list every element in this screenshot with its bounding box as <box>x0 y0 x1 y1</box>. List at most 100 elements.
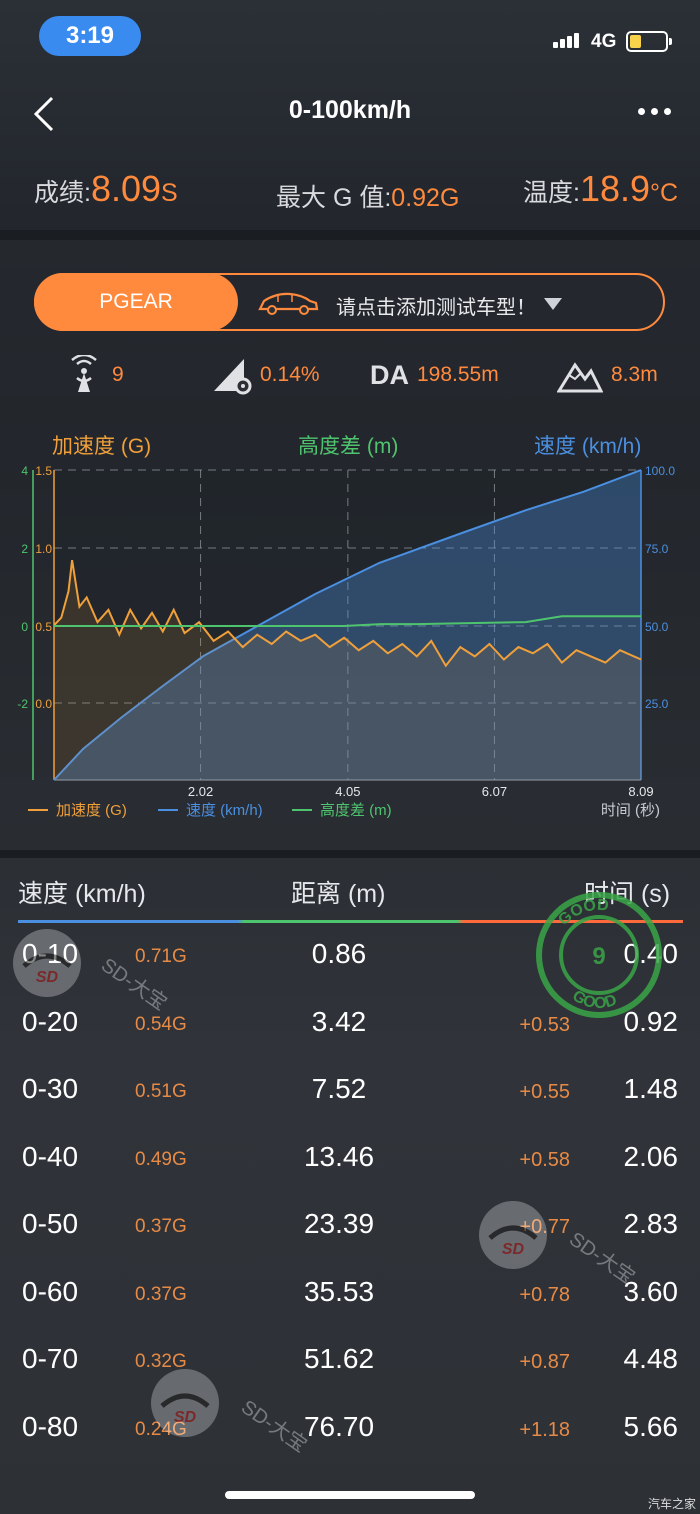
g-value-cell: 0.51G <box>135 1081 187 1102</box>
satellite-count: 9 <box>112 363 124 386</box>
sd-logo-watermark-icon: SD <box>13 929 81 997</box>
sd-logo-watermark-icon: SD <box>151 1369 219 1437</box>
g-value-cell: 0.71G <box>135 946 187 967</box>
speed-range-cell: 0-50 <box>22 1208 79 1239</box>
table-row: 0-30 0.51G 7.52 +0.55 1.48 <box>0 1063 700 1123</box>
status-time: 3:19 <box>39 16 141 56</box>
max-g-value: 0.92G <box>391 184 460 212</box>
score-value: 8.09 <box>90 168 162 209</box>
add-vehicle-prompt[interactable]: 请点击添加测试车型！ <box>336 291 536 320</box>
distance-cell: 51.62 <box>303 1343 375 1374</box>
svg-text:SD: SD <box>174 1409 197 1426</box>
accel-tick-label: 0.0 <box>35 697 52 711</box>
result-summary: 成绩:8.09S 最大 G 值:0.92G 温度:18.9°C <box>0 168 700 224</box>
temperature-unit: °C <box>650 179 679 207</box>
accel-tick-label: 0.5 <box>35 620 52 634</box>
x-axis-title: 时间 (秒) <box>601 802 660 819</box>
height-tick-label: -2 <box>17 697 28 711</box>
chart-panel: PGEAR 请点击添加测试车型！ 9 0.14% DA 198.55m 8.3m… <box>0 240 700 850</box>
height-tick-label: 0 <box>21 620 28 634</box>
distance-cell: 3.42 <box>311 1006 367 1037</box>
speed-tick-label: 75.0 <box>645 542 669 556</box>
corner-brand-watermark: 汽车之家 <box>648 1497 697 1511</box>
speed-column-header: 速度 (km/h) <box>18 880 146 908</box>
score-summary: 成绩:8.09S <box>34 168 178 210</box>
mountain-icon <box>557 362 603 393</box>
acceleration-chart: 4 2 0 -2 1.5 1.0 0.5 0.0 100.0 75.0 50.0 25.0 2.02 4.… <box>17 464 675 819</box>
speed-range-cell: 0-80 <box>22 1411 79 1442</box>
gps-indicators: 9 0.14% DA 198.55m 8.3m <box>0 352 700 398</box>
satellite-icon <box>71 355 97 392</box>
dropdown-caret-icon[interactable] <box>544 298 562 310</box>
x-tick-label: 2.02 <box>188 784 213 799</box>
svg-text:SD: SD <box>502 1241 525 1258</box>
temperature-summary: 温度:18.9°C <box>523 168 678 210</box>
page-title: 0-100km/h <box>288 96 412 124</box>
pgear-button[interactable]: PGEAR <box>34 273 238 331</box>
delta-time-cell: +0.87 <box>519 1351 570 1373</box>
svg-text:GOOD: GOOD <box>555 897 609 929</box>
signal-icon <box>553 30 583 48</box>
slope-value: 0.14% <box>260 363 320 386</box>
speed-axis-title: 速度 (km/h) <box>534 435 642 458</box>
status-bar: 3:19 4G <box>0 0 700 76</box>
da-value: 198.55m <box>417 363 499 386</box>
da-label: DA <box>370 359 409 390</box>
delta-time-cell: +1.18 <box>519 1419 570 1441</box>
g-value-cell: 0.54G <box>135 1014 187 1035</box>
legend-label: 速度 (km/h) <box>186 802 263 819</box>
delta-time-cell: +0.78 <box>519 1284 570 1306</box>
slope-gear-icon <box>214 359 252 395</box>
temperature-value: 18.9 <box>579 168 651 209</box>
speed-range-cell: 0-70 <box>22 1343 79 1374</box>
accel-axis-title: 加速度 (G) <box>52 435 152 458</box>
accel-tick-label: 1.0 <box>35 542 52 556</box>
speed-range-cell: 0-30 <box>22 1073 79 1104</box>
more-options-icon[interactable] <box>636 108 676 118</box>
nav-bar: 0-100km/h <box>0 80 700 144</box>
max-g-label: 最大 G 值: <box>276 184 392 212</box>
density-altitude-indicator: DA 198.55m <box>370 352 499 398</box>
speed-range-cell: 0-60 <box>22 1276 79 1307</box>
g-value-cell: 0.37G <box>135 1284 187 1305</box>
score-label: 成绩: <box>34 179 91 207</box>
delta-time-cell: +0.55 <box>519 1081 570 1103</box>
speed-range-cell: 0-20 <box>22 1006 79 1037</box>
distance-cell: 13.46 <box>303 1141 375 1172</box>
section-divider <box>0 230 700 240</box>
altitude-value: 8.3m <box>611 363 658 386</box>
battery-icon <box>626 31 672 52</box>
table-row: 0-70 0.32G 51.62 +0.87 4.48 <box>0 1333 700 1393</box>
time-cell: 5.66 <box>623 1411 679 1442</box>
score-unit: S <box>161 179 178 207</box>
distance-cell: 23.39 <box>303 1208 375 1239</box>
speed-range-cell: 0-40 <box>22 1141 79 1172</box>
distance-column-header: 距离 (m) <box>291 880 386 908</box>
good-stamp-icon: GOOD GOOD 9 <box>536 892 662 1018</box>
slope-indicator: 0.14% <box>212 352 320 398</box>
vehicle-selector[interactable]: PGEAR 请点击添加测试车型！ <box>34 273 665 331</box>
svg-text:9: 9 <box>592 943 605 970</box>
accel-tick-label: 1.5 <box>35 464 52 478</box>
altitude-indicator: 8.3m <box>557 352 658 398</box>
x-tick-label: 4.05 <box>335 784 360 799</box>
g-value-cell: 0.49G <box>135 1149 187 1170</box>
time-cell: 4.48 <box>623 1343 679 1374</box>
home-indicator[interactable] <box>225 1491 475 1499</box>
x-tick-label: 6.07 <box>482 784 507 799</box>
distance-cell: 0.86 <box>311 938 367 969</box>
legend-label: 加速度 (G) <box>56 802 127 819</box>
delta-time-cell: +0.58 <box>519 1149 570 1171</box>
satellite-indicator: 9 <box>64 352 124 398</box>
height-axis-title: 高度差 (m) <box>298 435 399 458</box>
table-row: 0-60 0.37G 35.53 +0.78 3.60 <box>0 1266 700 1326</box>
legend-label: 高度差 (m) <box>320 802 392 819</box>
height-tick-label: 2 <box>21 542 28 556</box>
g-value-cell: 0.37G <box>135 1216 187 1237</box>
distance-cell: 7.52 <box>311 1073 367 1104</box>
sd-logo-watermark-icon: SD <box>479 1201 547 1269</box>
table-row: 0-80 0.24G 76.70 +1.18 5.66 <box>0 1401 700 1461</box>
speed-tick-label: 100.0 <box>645 464 675 478</box>
table-row: 0-40 0.49G 13.46 +0.58 2.06 <box>0 1131 700 1191</box>
speed-tick-label: 25.0 <box>645 697 669 711</box>
